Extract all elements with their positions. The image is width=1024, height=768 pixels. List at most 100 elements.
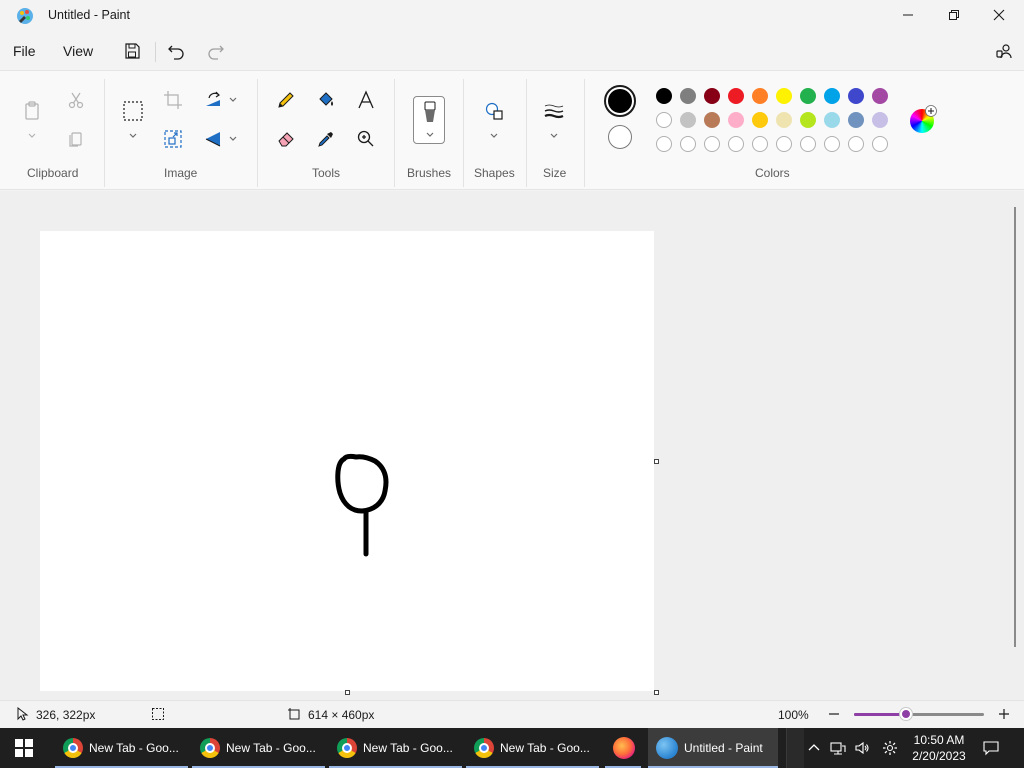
palette-color-swatch[interactable] [728, 88, 744, 104]
custom-color-slot[interactable] [680, 136, 696, 152]
zoom-out-icon[interactable] [827, 707, 841, 721]
palette-color-swatch[interactable] [872, 88, 888, 104]
crop-button[interactable] [160, 87, 186, 113]
taskbar-app-button[interactable]: New Tab - Goo... [55, 728, 188, 768]
custom-color-slot[interactable] [776, 136, 792, 152]
palette-color-swatch[interactable] [800, 88, 816, 104]
select-button[interactable] [120, 98, 146, 124]
palette-color-swatch[interactable] [824, 112, 840, 128]
rotate-chevron-down-icon[interactable] [228, 95, 238, 105]
palette-color-swatch[interactable] [680, 112, 696, 128]
palette-color-swatch[interactable] [680, 88, 696, 104]
chevron-up-icon[interactable] [806, 740, 822, 756]
vertical-scrollbar[interactable] [1014, 207, 1016, 647]
custom-color-slot[interactable] [656, 136, 672, 152]
custom-color-slot[interactable] [800, 136, 816, 152]
palette-color-swatch[interactable] [872, 112, 888, 128]
cut-button[interactable] [63, 87, 89, 113]
size-chevron-down-icon[interactable] [549, 131, 559, 141]
palette-color-swatch[interactable] [776, 88, 792, 104]
palette-color-swatch[interactable] [824, 88, 840, 104]
windows-logo-icon [15, 739, 33, 757]
network-icon[interactable] [830, 740, 846, 756]
flip-button[interactable] [200, 126, 226, 152]
palette-color-swatch[interactable] [728, 112, 744, 128]
resize-button[interactable] [160, 126, 186, 152]
save-icon [125, 43, 140, 59]
palette-color-swatch[interactable] [752, 88, 768, 104]
custom-color-slot[interactable] [728, 136, 744, 152]
canvas-workspace [0, 191, 1024, 700]
minimize-button[interactable] [885, 0, 931, 30]
secondary-color-button[interactable] [608, 125, 632, 149]
fill-tool-button[interactable] [313, 87, 339, 113]
volume-icon[interactable] [854, 740, 870, 756]
palette-color-swatch[interactable] [752, 112, 768, 128]
custom-color-slot[interactable] [824, 136, 840, 152]
account-button[interactable] [994, 41, 1014, 61]
shapes-chevron-down-icon[interactable] [489, 131, 499, 141]
rotate-button[interactable] [200, 87, 226, 113]
palette-color-swatch[interactable] [704, 88, 720, 104]
edit-colors-button[interactable] [910, 105, 937, 133]
resize-icon [164, 130, 182, 148]
window-title: Untitled - Paint [48, 8, 130, 22]
custom-color-slot[interactable] [872, 136, 888, 152]
color-picker-tool-button[interactable] [313, 126, 339, 152]
palette-color-swatch[interactable] [704, 112, 720, 128]
brushes-button[interactable] [413, 96, 445, 144]
flip-icon [205, 132, 221, 147]
copy-button[interactable] [63, 126, 89, 152]
palette-color-swatch[interactable] [800, 112, 816, 128]
resize-handle-right[interactable] [654, 459, 659, 464]
pointer-icon [17, 707, 29, 721]
view-menu[interactable]: View [63, 43, 93, 59]
taskbar-app-button[interactable] [605, 728, 641, 768]
zoom-in-icon[interactable] [997, 707, 1011, 721]
taskbar-divider [786, 728, 804, 768]
chrome-icon [200, 738, 220, 758]
taskbar-app-button[interactable]: New Tab - Goo... [466, 728, 599, 768]
flip-chevron-down-icon[interactable] [228, 134, 238, 144]
palette-color-swatch[interactable] [776, 112, 792, 128]
size-button[interactable] [541, 98, 567, 124]
palette-color-swatch[interactable] [848, 88, 864, 104]
resize-handle-bottom[interactable] [345, 690, 350, 695]
save-button[interactable] [122, 41, 142, 61]
taskbar-app-button[interactable]: New Tab - Goo... [329, 728, 462, 768]
paste-button[interactable] [19, 97, 45, 123]
paste-chevron-down-icon[interactable] [27, 131, 37, 141]
zoom-slider-thumb[interactable] [900, 708, 912, 720]
start-button[interactable] [0, 728, 48, 768]
settings-gear-icon[interactable] [882, 740, 898, 756]
drawing-canvas[interactable] [40, 231, 654, 691]
eraser-tool-button[interactable] [273, 126, 299, 152]
custom-color-slot[interactable] [704, 136, 720, 152]
zoom-slider-fill [854, 713, 906, 716]
magnifier-tool-button[interactable] [353, 126, 379, 152]
brush-icon [424, 101, 436, 122]
zoom-percent[interactable]: 100% [778, 708, 809, 722]
close-button[interactable] [976, 0, 1022, 30]
palette-color-swatch[interactable] [656, 112, 672, 128]
taskbar-app-label: Untitled - Paint [684, 741, 763, 755]
taskbar-app-button[interactable]: New Tab - Goo... [192, 728, 325, 768]
restore-button[interactable] [931, 0, 977, 30]
taskbar-app-label: New Tab - Goo... [226, 741, 316, 755]
redo-button[interactable] [206, 41, 226, 61]
select-chevron-down-icon[interactable] [128, 131, 138, 141]
primary-color-button[interactable] [604, 85, 636, 117]
palette-color-swatch[interactable] [656, 88, 672, 104]
resize-handle-corner[interactable] [654, 690, 659, 695]
shapes-button[interactable] [481, 98, 507, 124]
custom-color-slot[interactable] [752, 136, 768, 152]
notification-icon[interactable] [983, 740, 999, 756]
text-tool-button[interactable] [353, 87, 379, 113]
undo-button[interactable] [166, 41, 186, 61]
taskbar-app-button[interactable]: Untitled - Paint [648, 728, 778, 768]
system-clock[interactable]: 10:50 AM 2/20/2023 [906, 732, 972, 764]
file-menu[interactable]: File [13, 43, 36, 59]
custom-color-slot[interactable] [848, 136, 864, 152]
palette-color-swatch[interactable] [848, 112, 864, 128]
pencil-tool-button[interactable] [273, 87, 299, 113]
